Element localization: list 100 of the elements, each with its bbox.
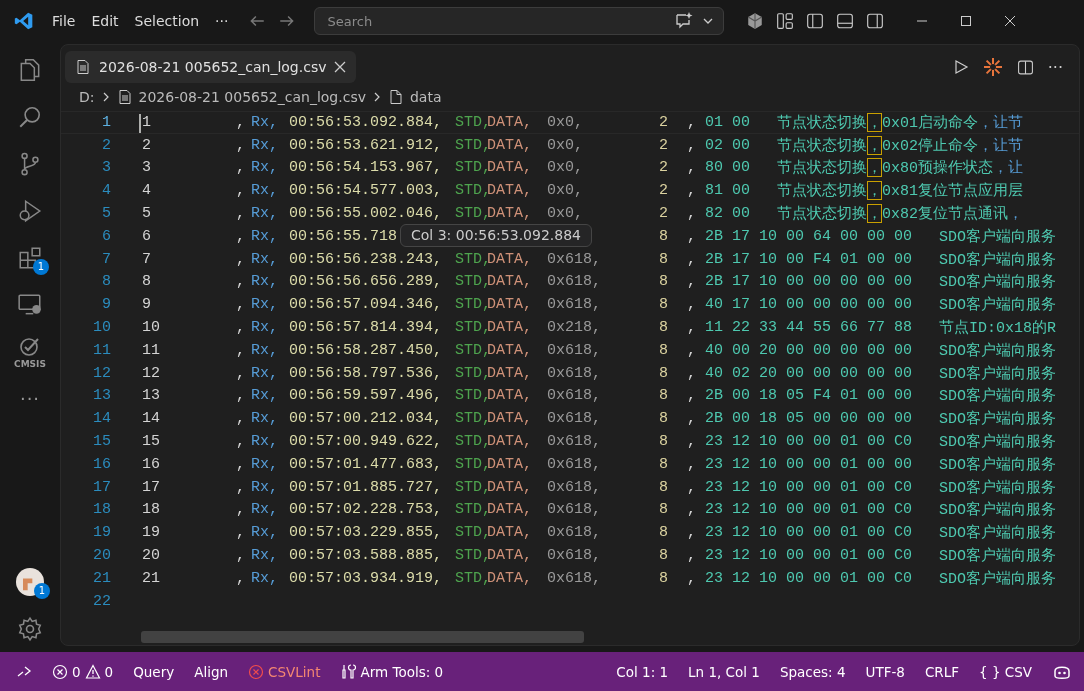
direction: Rx, [251, 478, 278, 496]
row-index: 1 [142, 113, 151, 131]
row-index: 4 [142, 182, 151, 200]
error-count[interactable]: 0 [72, 663, 81, 680]
separator: , [687, 547, 696, 565]
data-length: 8 [659, 501, 668, 519]
status-item[interactable]: Spaces: 4 [779, 663, 846, 680]
timestamp: 00:56:57.814.394, [289, 319, 443, 337]
row-index: 12 [142, 364, 160, 382]
status-item[interactable]: Align [194, 663, 229, 680]
settings-icon[interactable] [17, 615, 43, 642]
play-icon[interactable] [952, 59, 969, 75]
data-length: 8 [659, 569, 668, 587]
row-index: 2 [142, 136, 151, 154]
can-id: 0x618, [547, 524, 601, 542]
data-bytes: 40 02 20 00 00 00 00 00 [705, 364, 913, 382]
comment-text: SDO客户端向服务 [939, 478, 1057, 497]
panel-toggle-icon[interactable] [836, 12, 855, 30]
can-id: 0x618, [547, 250, 601, 268]
data-length: 8 [659, 296, 668, 314]
data-bytes: 2B 00 18 05 F4 01 00 00 [705, 387, 913, 405]
data-bytes: 23 12 10 00 00 01 00 C0 [705, 433, 913, 451]
warning-count[interactable]: 0 [104, 663, 114, 680]
menu-item[interactable]: File [44, 13, 84, 29]
scrollbar-thumb[interactable] [141, 631, 584, 643]
layout-icon[interactable] [776, 12, 795, 30]
separator: , [236, 136, 245, 154]
line-number: 18 [92, 501, 111, 519]
breadcrumb-item[interactable]: data [410, 89, 442, 105]
can-id: 0x0, [547, 136, 583, 154]
timestamp: 00:56:59.597.496, [289, 387, 443, 405]
direction: Rx, [251, 341, 278, 359]
close-icon[interactable] [1004, 15, 1017, 27]
row-index: 14 [142, 410, 160, 428]
status-item[interactable]: Ln 1, Col 1 [688, 663, 760, 680]
direction: Rx, [251, 319, 278, 337]
separator: , [236, 182, 245, 200]
status-item[interactable]: Arm Tools: 0 [360, 663, 444, 680]
separator: , [236, 387, 245, 405]
chat-sparkle-icon[interactable] [674, 11, 695, 31]
data-length: 8 [659, 273, 668, 291]
line-number: 9 [101, 296, 111, 314]
close-icon[interactable] [334, 61, 347, 73]
error-icon[interactable] [52, 663, 68, 680]
breadcrumb-item[interactable]: D: [79, 89, 95, 105]
editor-tab[interactable]: 2026-08-21 005652_can_log.csv [65, 51, 357, 83]
run-debug-icon[interactable] [17, 197, 43, 224]
menu-item[interactable]: ··· [207, 13, 237, 29]
secondary-sidebar-icon[interactable] [866, 12, 885, 30]
extensions-icon[interactable] [17, 244, 43, 271]
breadcrumb-item[interactable]: 2026-08-21 005652_can_log.csv [138, 89, 366, 105]
data-bytes: 82 00 [705, 205, 750, 223]
comment-text: ，让节 [978, 136, 1024, 155]
tools-icon [340, 663, 357, 680]
direction: Rx, [251, 364, 278, 382]
data-length: 8 [659, 524, 668, 542]
timestamp: 00:56:53.092.884, [289, 113, 443, 131]
comment-text: SDO客户端向服务 [939, 409, 1057, 429]
separator: , [236, 319, 245, 337]
data-length: 8 [659, 547, 668, 565]
row-index: 10 [142, 319, 160, 337]
maximize-icon[interactable] [960, 15, 973, 27]
more-button[interactable]: ··· [19, 388, 41, 409]
separator: , [236, 250, 245, 268]
comment-text: 0x81复位节点应用层 [882, 181, 1024, 201]
starburst-icon[interactable] [982, 57, 1003, 77]
status-item[interactable]: CRLF [924, 663, 959, 680]
line-number: 15 [92, 433, 111, 451]
status-item[interactable]: Col 1: 1 [616, 663, 669, 680]
comment-text: SDO客户端向服务 [939, 250, 1057, 269]
separator: , [687, 433, 696, 451]
comment-text: ，让 [993, 158, 1024, 178]
separator: , [236, 455, 245, 473]
warning-icon[interactable] [84, 663, 101, 680]
cube-icon[interactable] [746, 12, 765, 30]
can-id: 0x618, [547, 341, 601, 359]
status-item[interactable]: CSVLint [268, 663, 321, 680]
separator: , [687, 341, 696, 359]
separator: , [687, 159, 696, 177]
sidebar-toggle-icon[interactable] [806, 12, 825, 30]
row-index: 17 [142, 478, 160, 496]
menu-item[interactable]: Selection [126, 13, 208, 29]
search-field[interactable]: Search [314, 7, 725, 35]
status-item[interactable]: Query [133, 663, 175, 680]
can-id: 0x618, [547, 364, 601, 382]
text-cursor [139, 113, 141, 133]
comment-text: ， [867, 135, 882, 155]
split-editor-icon[interactable] [1016, 58, 1034, 76]
separator: , [687, 319, 696, 337]
app-logo-icon [14, 11, 34, 31]
status-item[interactable]: UTF-8 [865, 663, 905, 680]
menu-item[interactable]: Edit [83, 13, 127, 29]
can-id: 0x218, [547, 319, 601, 337]
line-number: 2 [101, 136, 111, 154]
line-number: 16 [92, 455, 111, 473]
comment-text: 0x82复位节点通讯 [882, 204, 1009, 224]
status-item[interactable]: { } CSV [979, 663, 1032, 680]
timestamp: 00:56:57.094.346, [289, 296, 443, 314]
direction: Rx, [251, 524, 278, 542]
more-actions-button[interactable]: ··· [1047, 57, 1063, 77]
